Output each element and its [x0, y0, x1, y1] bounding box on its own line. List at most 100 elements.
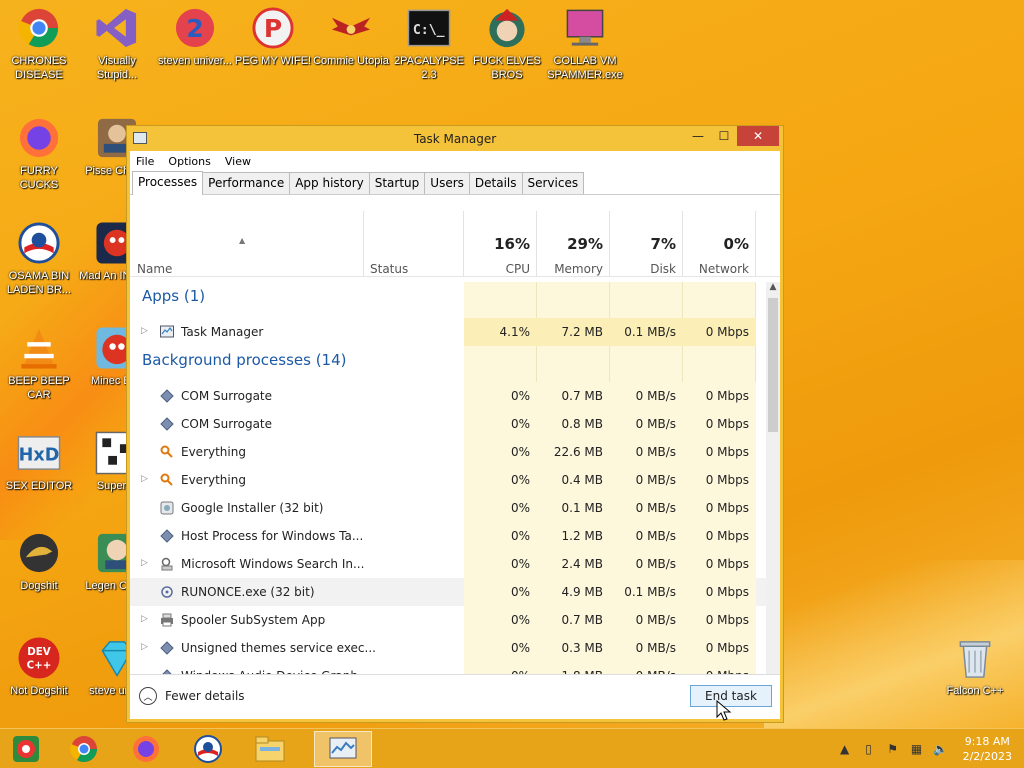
task-manager-icon [133, 132, 147, 144]
expand-chevron-icon[interactable]: ▷ [141, 326, 148, 336]
desktop-icon[interactable]: HxD SEX EDITOR [0, 431, 78, 493]
chevron-up-icon[interactable]: ▲ [837, 742, 853, 756]
svg-text:2: 2 [186, 14, 203, 43]
expand-chevron-icon[interactable]: ▷ [141, 558, 148, 568]
process-net-value: 0 Mbps [705, 417, 749, 431]
table-row[interactable]: Host Process for Windows Ta... 0% 1.2 MB 0 … [130, 522, 766, 550]
process-cpu-value: 0% [510, 445, 530, 459]
fewer-details-button[interactable]: ︿ Fewer details [139, 687, 245, 705]
process-disk-value: 0 MB/s [635, 641, 676, 655]
expand-chevron-icon[interactable]: ▷ [141, 474, 148, 484]
process-cpu-value: 0% [510, 529, 530, 543]
menu-options[interactable]: Options [168, 155, 210, 168]
taskbar-start-icon[interactable] [4, 731, 48, 767]
table-row[interactable]: Google Installer (32 bit) 0% 0.1 MB 0 MB/s 0… [130, 494, 766, 522]
tab-startup[interactable]: Startup [368, 172, 426, 194]
tab-app-history[interactable]: App history [289, 172, 370, 194]
vertical-scrollbar[interactable]: ▲ ▼ [766, 282, 780, 698]
desktop-icon[interactable]: 2 steven univer... [156, 6, 234, 68]
tab-details[interactable]: Details [468, 172, 523, 194]
table-row[interactable]: ▷ Everything 0% 0.4 MB 0 MB/s 0 Mbps [130, 466, 766, 494]
desktop-icon[interactable]: P PEG MY WIFE! [234, 6, 312, 68]
desktop-icon[interactable]: Commie Utopia [312, 6, 390, 68]
desktop-icon[interactable]: DEV C++ Not Dogshit [0, 636, 78, 698]
column-cpu[interactable]: 16% CPU [464, 211, 537, 277]
desktop-icon[interactable]: COLLAB VM SPAMMER.exe [546, 6, 624, 82]
desktop-icon[interactable]: Falcon C++ [936, 636, 1014, 698]
column-name-label: Name [137, 262, 173, 276]
column-cpu-label: CPU [505, 262, 530, 276]
process-mem-value: 1.2 MB [561, 529, 603, 543]
scroll-thumb[interactable] [768, 298, 778, 432]
desktop-icon-label: 2PACALYPSE 2.3 [394, 55, 464, 81]
tab-users[interactable]: Users [424, 172, 470, 194]
clock[interactable]: 9:18 AM 2/2/2023 [963, 734, 1012, 764]
menu-view[interactable]: View [225, 155, 251, 168]
column-memory-label: Memory [554, 262, 603, 276]
network-icon[interactable]: ▦ [909, 742, 925, 756]
memory-total: 29% [567, 235, 603, 253]
process-cpu-value: 0% [510, 585, 530, 599]
column-name[interactable]: ▲ Name [130, 211, 364, 277]
minimize-button[interactable]: — [685, 126, 711, 146]
process-mem-value: 0.3 MB [561, 641, 603, 655]
title-bar[interactable]: Task Manager — ☐ ✕ [127, 126, 783, 151]
taskbar-obama-icon[interactable] [186, 731, 230, 767]
column-memory[interactable]: 29% Memory [537, 211, 610, 277]
taskbar-firefox-icon[interactable] [124, 731, 168, 767]
taskbar-task-manager-icon[interactable] [314, 731, 372, 767]
desktop-icon[interactable]: FUCK ELVES BROS [468, 6, 546, 82]
process-mem-value: 4.9 MB [561, 585, 603, 599]
flag-icon[interactable]: ⚑ [885, 742, 901, 756]
volume-icon[interactable]: 🔈 [933, 742, 949, 756]
firefox-icon [17, 116, 61, 160]
column-network[interactable]: 0% Network [683, 211, 756, 277]
desktop-icon-label: OSAMA BIN LADEN BR... [6, 270, 72, 296]
desktop-icon[interactable]: FURRY CUCKS [0, 116, 78, 192]
device-icon[interactable]: ▯ [861, 742, 877, 756]
table-row[interactable]: ▷ Task Manager 4.1% 7.2 MB 0.1 MB/s 0 Mbps [130, 318, 766, 346]
process-list: Apps (1) ▷ Task Manager 4.1% 7.2 MB 0.1 MB/s 0… [130, 282, 766, 698]
table-row[interactable]: Everything 0% 22.6 MB 0 MB/s 0 Mbps [130, 438, 766, 466]
steven-icon: 2 [173, 6, 217, 50]
table-row[interactable]: COM Surrogate 0% 0.7 MB 0 MB/s 0 Mbps [130, 382, 766, 410]
process-disk-value: 0 MB/s [635, 445, 676, 459]
obama-logo-icon [17, 221, 61, 265]
scroll-up-icon[interactable]: ▲ [766, 282, 780, 296]
desktop-icon[interactable]: Dogshit [0, 531, 78, 593]
desktop-icon[interactable]: OSAMA BIN LADEN BR... [0, 221, 78, 297]
menu-file[interactable]: File [136, 155, 154, 168]
tab-processes[interactable]: Processes [132, 171, 204, 195]
table-row[interactable]: ▷ Microsoft Windows Search In... 0% 2.4 MB 0… [130, 550, 766, 578]
maximize-button[interactable]: ☐ [711, 126, 737, 146]
desktop-icon[interactable]: BEEP BEEP CAR [0, 326, 78, 402]
table-row[interactable]: ▷ Spooler SubSystem App 0% 0.7 MB 0 MB/s 0 Mb… [130, 606, 766, 634]
desktop-icon-label: SEX EDITOR [5, 480, 73, 492]
tab-services[interactable]: Services [521, 172, 585, 194]
process-icon [160, 501, 174, 515]
process-name: COM Surrogate [181, 389, 273, 403]
table-row[interactable]: ▷ Unsigned themes service exec... 0% 0.3 MB… [130, 634, 766, 662]
expand-chevron-icon[interactable]: ▷ [141, 642, 148, 652]
table-row[interactable]: COM Surrogate 0% 0.8 MB 0 MB/s 0 Mbps [130, 410, 766, 438]
column-disk[interactable]: 7% Disk [610, 211, 683, 277]
taskbar-explorer-icon[interactable] [248, 731, 292, 767]
menu-bar: File Options View [130, 151, 780, 171]
process-net-value: 0 Mbps [705, 473, 749, 487]
desktop-icon-label: Dogshit [20, 580, 58, 592]
table-row[interactable]: RUNONCE.exe (32 bit) 0% 4.9 MB 0.1 MB/s 0 Mb… [130, 578, 766, 606]
desktop-icon-label: Commie Utopia [313, 55, 389, 67]
process-net-value: 0 Mbps [705, 585, 749, 599]
tab-performance[interactable]: Performance [202, 172, 291, 194]
desktop-icon[interactable]: Visually Stupid... [78, 6, 156, 82]
process-net-value: 0 Mbps [705, 325, 749, 339]
desktop-icon[interactable]: C:\_ 2PACALYPSE 2.3 [390, 6, 468, 82]
expand-chevron-icon[interactable]: ▷ [141, 614, 148, 624]
desktop-icon[interactable]: CHRONES DISEASE [0, 6, 78, 82]
process-icon [160, 445, 174, 459]
taskbar-chrome-icon[interactable] [62, 731, 106, 767]
process-cpu-value: 0% [510, 613, 530, 627]
process-cpu-value: 0% [510, 473, 530, 487]
close-button[interactable]: ✕ [737, 126, 779, 146]
column-status[interactable]: Status [364, 211, 464, 277]
